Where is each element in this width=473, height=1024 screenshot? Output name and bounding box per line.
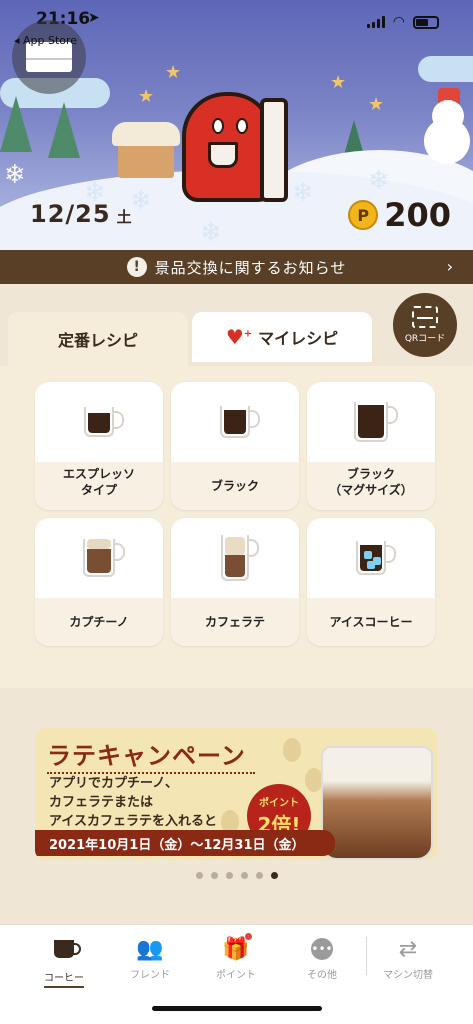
recipe-label: カフェラテ [204, 615, 265, 629]
notice-text: 景品交換に関するお知らせ [154, 258, 347, 277]
recipe-label: ブラック [210, 479, 259, 493]
switch-icon: ⇄ [398, 936, 418, 962]
chevron-right-icon: › [446, 257, 453, 276]
battery-icon [413, 15, 439, 29]
location-arrow-icon: ➤ [88, 10, 100, 26]
recipe-card-espresso[interactable]: エスプレッソ タイプ [35, 382, 163, 510]
carousel-dot[interactable] [240, 872, 248, 879]
recipe-card-black[interactable]: ブラック [171, 382, 299, 510]
campaign-section: ラテキャンペーン アプリでカプチーノ、 カフェラテまたは アイスカフェラテを入れ… [0, 688, 473, 924]
carousel-indicator [0, 872, 473, 879]
coffee-cup-icon [50, 935, 81, 963]
tab-my-label: マイレシピ [258, 329, 339, 348]
cloud [418, 56, 473, 82]
date-weekday: 土 [116, 208, 133, 226]
star-decoration: ★ [368, 94, 385, 115]
mail-button[interactable] [12, 20, 86, 94]
espresso-cup-icon [84, 407, 124, 437]
carousel-dot[interactable] [225, 872, 233, 879]
nav-label: ポイント [216, 970, 256, 981]
mascot-side-panel [260, 98, 288, 202]
qr-scan-icon [412, 306, 438, 328]
cellular-signal-icon [366, 16, 385, 28]
heart-plus-icon: ♥+ [225, 325, 253, 349]
snowflake: ❄ [200, 218, 222, 248]
exclamation-icon: ! [126, 257, 147, 277]
date-main: 12/25 [30, 200, 111, 228]
recipe-card-black-mug[interactable]: ブラック （マグサイズ） [307, 382, 435, 510]
qr-code-label: QRコード [404, 334, 446, 344]
tab-my-recipe[interactable]: ♥+ マイレシピ [192, 312, 372, 362]
notification-dot [245, 933, 252, 940]
nav-label: その他 [307, 970, 337, 981]
nav-other[interactable]: ••• その他 [282, 935, 362, 982]
nav-label: マシン切替 [383, 970, 433, 981]
tab-standard-label: 定番レシピ [57, 331, 138, 350]
latte-campaign-banner[interactable]: ラテキャンペーン アプリでカプチーノ、 カフェラテまたは アイスカフェラテを入れ… [35, 728, 437, 860]
gift-icon: 🎁 [222, 933, 252, 963]
star-decoration: ★ [138, 86, 155, 107]
nav-coffee[interactable]: コーヒー [24, 935, 104, 988]
points-display[interactable]: P 200 [348, 196, 451, 234]
notice-bar[interactable]: ! 景品交換に関するお知らせ › [0, 250, 473, 284]
nav-friend[interactable]: 👥 フレンド [110, 935, 190, 982]
snowflake: ❄ [292, 178, 314, 208]
back-to-app-store[interactable]: ◂ App Store [14, 34, 77, 47]
black-coffee-cup-icon [220, 406, 260, 438]
campaign-description: アプリでカプチーノ、 カフェラテまたは アイスカフェラテを入れると [49, 776, 217, 829]
carousel-dot[interactable] [255, 872, 263, 879]
mug-cup-icon [354, 402, 398, 442]
house [112, 122, 180, 178]
latte-cup-icon [221, 535, 259, 581]
point-coin-icon: P [348, 200, 379, 230]
recipe-tabs: 定番レシピ ♥+ マイレシピ QRコード [0, 284, 473, 366]
carousel-dot[interactable] [195, 872, 203, 879]
more-icon: ••• [308, 935, 336, 963]
recipe-label: アイスコーヒー [329, 615, 413, 629]
nav-label: コーヒー [44, 969, 84, 988]
recipe-card-cappuccino[interactable]: カプチーノ [35, 518, 163, 646]
carousel-dot-active[interactable] [270, 872, 278, 879]
wifi-icon: ◠ [392, 14, 405, 30]
star-decoration: ★ [330, 72, 347, 93]
campaign-title: ラテキャンペーン [47, 736, 255, 774]
recipe-card-cafe-latte[interactable]: カフェラテ [171, 518, 299, 646]
hero-header: ★ ★ ★ ★ ❄ ❄ ❄ ❄ ❄ ❄ 21:16 ➤ ◠ ◂ App Stor… [0, 0, 473, 250]
nav-label: フレンド [130, 970, 170, 981]
coffee-bean-decoration [283, 738, 301, 762]
recipe-label: エスプレッソ タイプ [62, 467, 135, 497]
system-icons: ◠ [366, 14, 439, 30]
nav-divider [366, 937, 367, 975]
tree [0, 96, 32, 152]
recipe-label: カプチーノ [69, 615, 129, 629]
snowman-head [432, 100, 464, 132]
campaign-period: 2021年10月1日（金）〜12月31日（金） [35, 830, 335, 856]
carousel-dot[interactable] [210, 872, 218, 879]
tree [48, 102, 80, 158]
recipe-card-iced-coffee[interactable]: アイスコーヒー [307, 518, 435, 646]
snowflake: ❄ [368, 166, 390, 196]
latte-glass-image [321, 746, 433, 860]
star-decoration: ★ [165, 62, 182, 83]
iced-coffee-cup-icon [356, 541, 396, 575]
cappuccino-cup-icon [83, 539, 125, 577]
recipe-grid: エスプレッソ タイプ ブラック ブラック （マグサイズ） カプチーノ カフェラテ… [35, 382, 435, 646]
nav-machine-switch[interactable]: ⇄ マシン切替 [368, 935, 448, 982]
qr-code-button[interactable]: QRコード [390, 290, 460, 360]
nav-point[interactable]: 🎁 ポイント [196, 933, 276, 982]
recipe-label: ブラック （マグサイズ） [329, 467, 413, 497]
current-date: 12/25 土 [30, 200, 133, 228]
home-indicator [152, 1006, 322, 1011]
points-value: 200 [384, 196, 451, 234]
snowflake: ❄ [4, 160, 26, 190]
tab-standard-recipe[interactable]: 定番レシピ [8, 312, 188, 366]
friends-icon: 👥 [136, 936, 164, 962]
badge-points-label: ポイント [259, 798, 299, 809]
snowflake: ❄ [130, 186, 152, 216]
recipe-list: エスプレッソ タイプ ブラック ブラック （マグサイズ） カプチーノ カフェラテ… [0, 366, 473, 688]
